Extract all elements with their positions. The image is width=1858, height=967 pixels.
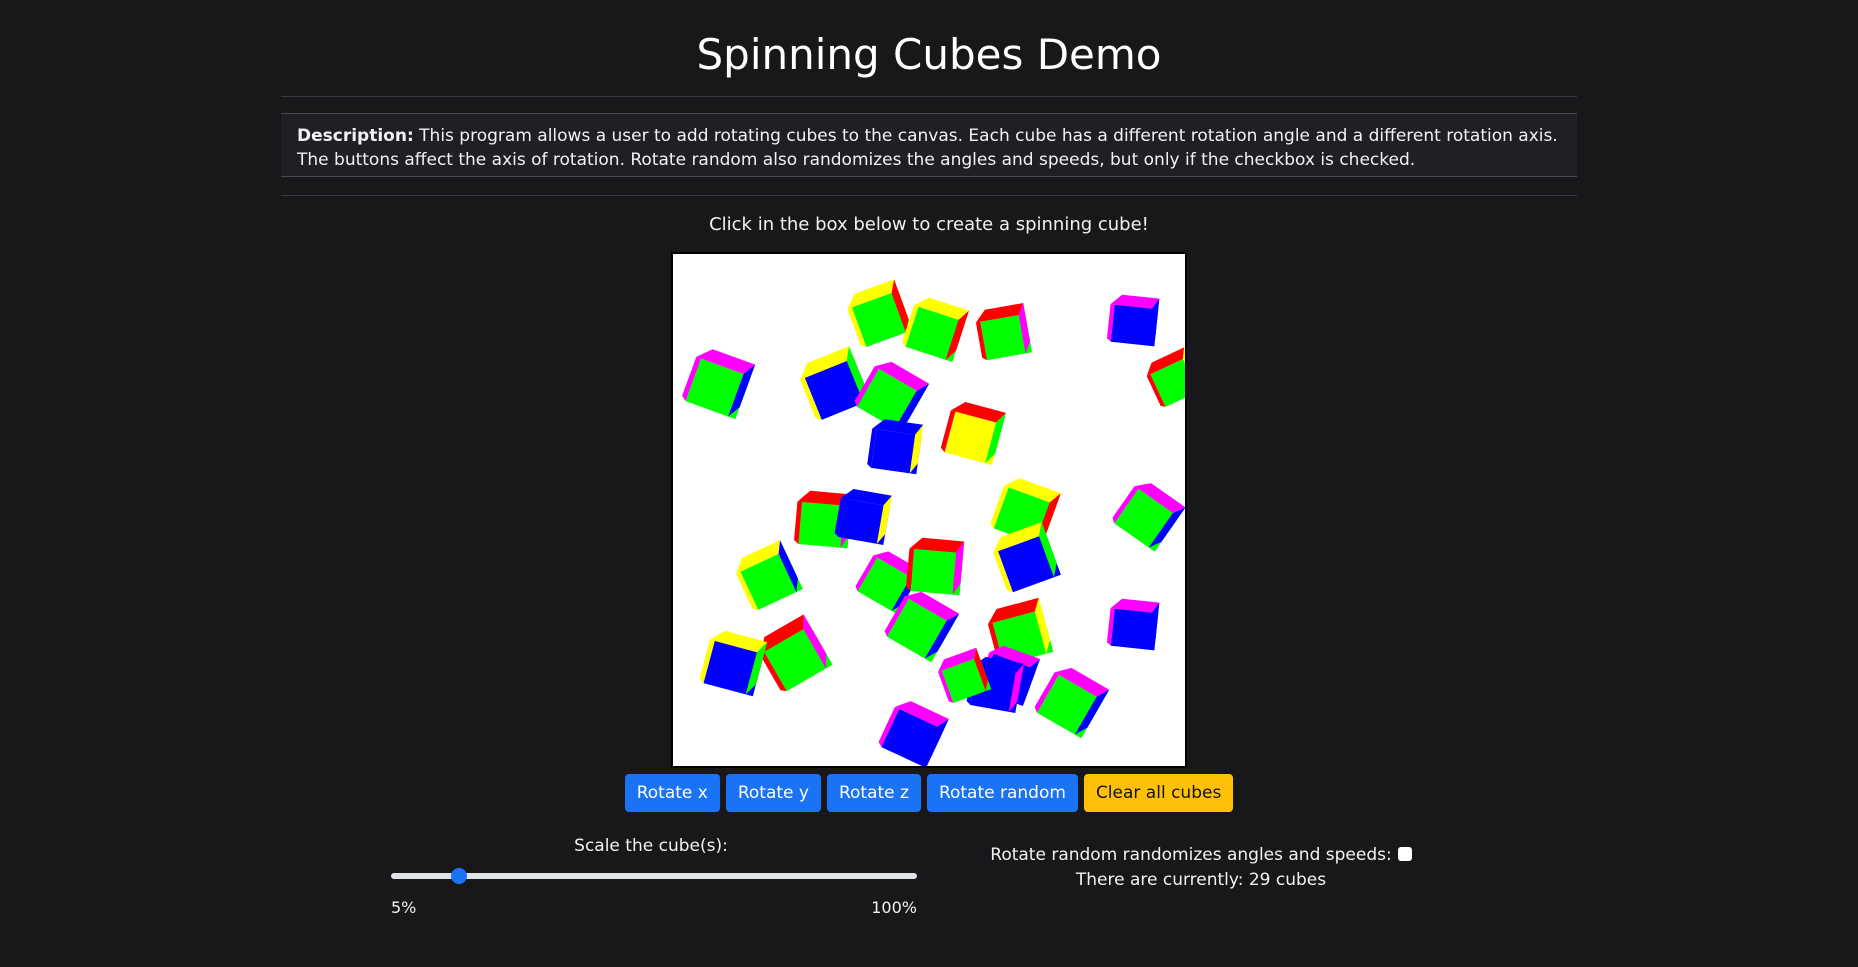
rotate-z-button[interactable]: Rotate z <box>826 774 921 812</box>
button-row: Rotate x Rotate y Rotate z Rotate random… <box>281 774 1577 812</box>
cube <box>847 279 913 347</box>
cube <box>736 540 803 610</box>
cube-canvas[interactable] <box>671 252 1187 768</box>
clear-all-cubes-button[interactable]: Clear all cubes <box>1083 774 1234 812</box>
cube-canvas-drawing[interactable] <box>673 254 1185 766</box>
cube <box>800 346 871 420</box>
slider-scale: 5% 100% <box>391 898 917 917</box>
scale-label: Scale the cube(s): <box>574 836 728 856</box>
divider <box>281 195 1577 196</box>
cube-count: There are currently: 29 cubes <box>1075 870 1327 890</box>
scale-min-label: 5% <box>391 898 417 917</box>
cube <box>682 349 756 420</box>
canvas-instruction: Click in the box below to create a spinn… <box>709 214 1149 235</box>
scale-max-label: 100% <box>871 898 917 917</box>
cube <box>1106 598 1160 651</box>
cube <box>759 614 833 692</box>
slider-thumb[interactable] <box>451 868 468 884</box>
cube <box>940 402 1007 466</box>
rotate-x-button[interactable]: Rotate x <box>624 774 720 812</box>
cube <box>1106 294 1160 347</box>
cube <box>1146 347 1185 407</box>
slider-track[interactable] <box>391 873 917 879</box>
cube <box>902 297 970 363</box>
scale-control: Scale the cube(s): 5% 100% <box>391 836 921 917</box>
cube <box>906 537 965 596</box>
description-label: Description: <box>297 126 414 146</box>
cube <box>975 303 1032 361</box>
randomize-row: Rotate random randomizes angles and spee… <box>981 843 1421 868</box>
description-text: This program allows a user to add rotati… <box>297 126 1558 170</box>
cube <box>878 701 949 766</box>
random-options: Rotate random randomizes angles and spee… <box>981 843 1421 893</box>
cube <box>699 630 768 697</box>
cube <box>867 419 924 475</box>
divider <box>281 96 1577 97</box>
cube <box>1112 483 1185 552</box>
rotate-y-button[interactable]: Rotate y <box>725 774 821 812</box>
randomize-checkbox[interactable] <box>1397 847 1412 861</box>
rotate-random-button[interactable]: Rotate random <box>926 774 1078 812</box>
page-title: Spinning Cubes Demo <box>696 30 1162 79</box>
description-box: Description: This program allows a user … <box>281 113 1577 177</box>
randomize-label: Rotate random randomizes angles and spee… <box>990 845 1392 865</box>
cube <box>993 522 1061 593</box>
cube <box>1034 667 1110 739</box>
scale-slider[interactable] <box>391 866 917 886</box>
